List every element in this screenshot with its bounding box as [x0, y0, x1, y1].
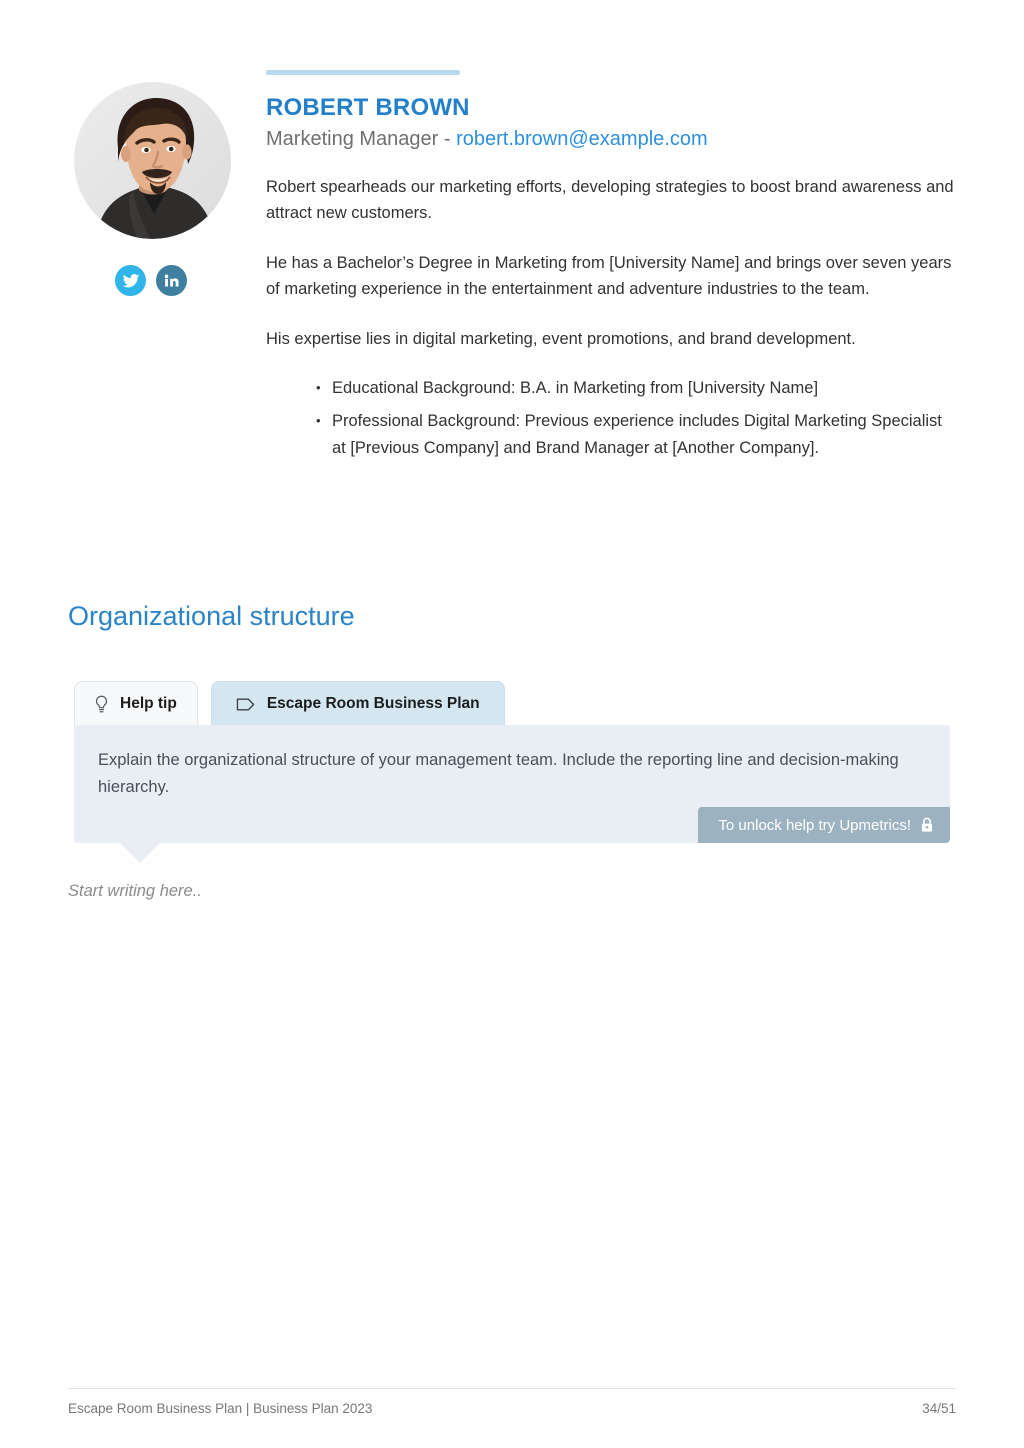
person-email[interactable]: robert.brown@example.com	[456, 128, 708, 150]
footer-page-number: 34/51	[922, 1401, 956, 1416]
footer-document-title: Escape Room Business Plan | Business Pla…	[68, 1401, 373, 1416]
lightbulb-icon	[94, 695, 109, 714]
accent-rule	[266, 70, 460, 75]
role-email-separator: -	[438, 127, 457, 150]
profile-bullet-list: Educational Background: B.A. in Marketin…	[266, 374, 956, 462]
avatar	[74, 82, 231, 239]
page-title: Organizational structure	[68, 601, 355, 631]
help-tip-pointer	[120, 843, 160, 863]
person-role-line: Marketing Manager - robert.brown@example…	[266, 126, 956, 152]
tab-escape-room-business-plan[interactable]: Escape Room Business Plan	[210, 681, 505, 726]
tab-help-tip[interactable]: Help tip	[74, 681, 198, 726]
document-page: ROBERT BROWN Marketing Manager - robert.…	[0, 0, 1024, 1448]
unlock-badge-label: To unlock help try Upmetrics!	[718, 816, 911, 834]
help-tip-box: Explain the organizational structure of …	[74, 725, 950, 863]
page-footer: Escape Room Business Plan | Business Pla…	[68, 1388, 956, 1416]
lock-icon	[920, 817, 934, 833]
social-links	[115, 265, 187, 296]
list-item: Educational Background: B.A. in Marketin…	[314, 374, 956, 402]
twitter-icon[interactable]	[115, 265, 146, 296]
editor-placeholder[interactable]: Start writing here..	[68, 880, 202, 903]
help-tip-tabs: Help tip Escape Room Business Plan	[74, 681, 505, 726]
unlock-help-badge[interactable]: To unlock help try Upmetrics!	[698, 807, 950, 843]
linkedin-icon[interactable]	[156, 265, 187, 296]
person-name: ROBERT BROWN	[266, 94, 470, 121]
profile-text: ROBERT BROWN Marketing Manager - robert.…	[266, 94, 956, 468]
profile-paragraph: Robert spearheads our marketing efforts,…	[266, 177, 954, 223]
profile-paragraph: He has a Bachelor’s Degree in Marketing …	[266, 253, 952, 299]
list-item: Professional Background: Previous experi…	[314, 407, 956, 462]
tag-icon	[236, 697, 256, 712]
tab-label: Escape Room Business Plan	[266, 695, 480, 712]
person-role: Marketing Manager	[266, 127, 439, 150]
help-tip-text: Explain the organizational structure of …	[98, 751, 899, 796]
tab-label: Help tip	[120, 695, 177, 712]
profile-paragraph: His expertise lies in digital marketing,…	[266, 329, 856, 348]
